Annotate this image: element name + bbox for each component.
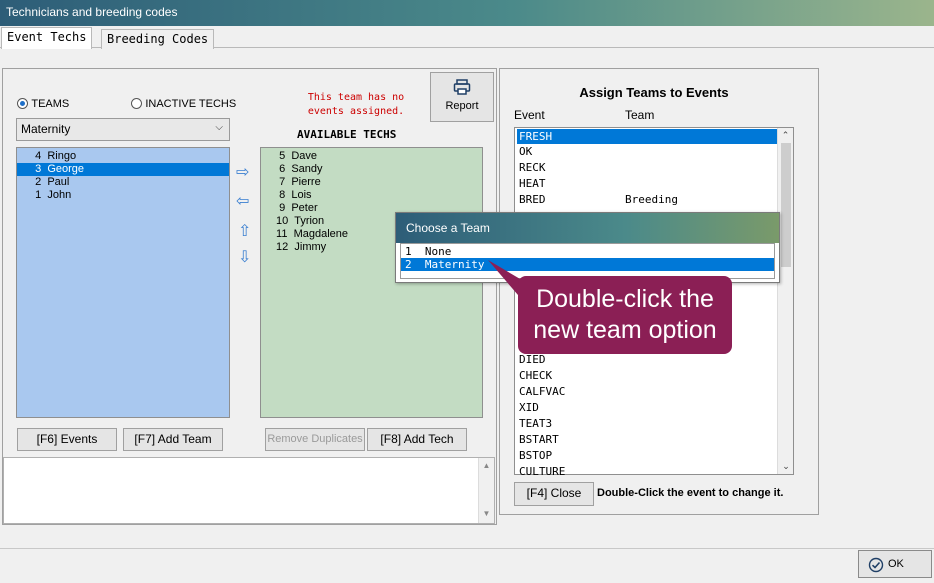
event-row[interactable]: DIED	[517, 352, 779, 368]
team-option-none[interactable]: 1 None	[401, 245, 774, 258]
list-item[interactable]: 7 Pierre	[261, 176, 482, 189]
radio-teams-indicator[interactable]	[17, 98, 28, 110]
instruction-callout: Double-click the new team option	[518, 276, 732, 354]
checkmark-circle-icon	[868, 557, 884, 573]
arrow-right-icon[interactable]: ⇨	[236, 162, 249, 182]
event-row[interactable]: TEAT3	[517, 416, 779, 432]
team-select[interactable]: Maternity ⌵	[16, 118, 230, 141]
scrollbar-thumb[interactable]	[780, 143, 791, 267]
team-select-value: Maternity	[21, 122, 71, 136]
chevron-down-icon: ⌵	[215, 122, 223, 133]
arrow-left-icon[interactable]: ⇦	[236, 191, 249, 211]
footer-divider	[0, 548, 934, 549]
choose-team-title: Choose a Team	[396, 213, 779, 243]
printer-icon	[453, 79, 471, 95]
radio-teams[interactable]: TEAMS	[17, 96, 69, 110]
tab-event-techs[interactable]: Event Techs	[1, 27, 93, 49]
arrow-up-icon[interactable]: ⇧	[238, 221, 251, 241]
report-button[interactable]: Report	[430, 72, 494, 122]
report-label: Report	[445, 100, 479, 112]
list-item[interactable]: 4 Ringo	[17, 150, 229, 163]
scroll-up-icon[interactable]: ▲	[479, 461, 494, 470]
radio-teams-label: TEAMS	[31, 98, 70, 110]
no-events-message: This team has no events assigned.	[296, 91, 416, 119]
events-button[interactable]: [F6] Events	[17, 428, 117, 451]
event-row-selected[interactable]: FRESH	[517, 129, 779, 144]
arrow-down-icon[interactable]: ⇩	[238, 247, 251, 267]
event-row[interactable]: CALFVAC	[517, 384, 779, 400]
list-item[interactable]: 2 Paul	[17, 176, 229, 189]
event-row[interactable]: XID	[517, 400, 779, 416]
event-row[interactable]: BSTART	[517, 432, 779, 448]
team-options-list[interactable]: 1 None 2 Maternity	[400, 243, 775, 279]
team-members-list[interactable]: 4 Ringo 3 George 2 Paul 1 John	[16, 147, 230, 418]
no-events-line2: events assigned.	[307, 106, 405, 117]
chevron-up-icon[interactable]: ⌃	[778, 130, 793, 141]
event-row[interactable]: BRED Breeding	[517, 192, 779, 208]
radio-inactive-indicator[interactable]	[131, 98, 142, 110]
events-scrollbar[interactable]: ⌃ ⌄	[777, 128, 793, 474]
chevron-down-icon[interactable]: ⌄	[778, 461, 794, 472]
list-item[interactable]: 1 John	[17, 189, 229, 202]
radio-inactive-label: INACTIVE TECHS	[145, 98, 237, 110]
list-item[interactable]: 8 Lois	[261, 189, 482, 202]
window-titlebar: Technicians and breeding codes	[0, 0, 934, 26]
choose-team-dialog: Choose a Team 1 None 2 Maternity	[395, 212, 780, 283]
add-tech-button[interactable]: [F8] Add Tech	[367, 428, 467, 451]
remove-duplicates-button[interactable]: Remove Duplicates	[265, 428, 365, 451]
event-row[interactable]: OK	[517, 144, 779, 160]
assign-teams-heading: Assign Teams to Events	[579, 85, 729, 100]
list-item[interactable]: 6 Sandy	[261, 163, 482, 176]
available-techs-heading: AVAILABLE TECHS	[297, 128, 397, 141]
team-option-maternity[interactable]: 2 Maternity	[401, 258, 774, 271]
tab-strip: Event Techs Breeding Codes	[0, 26, 934, 49]
list-item[interactable]: 5 Dave	[261, 150, 482, 163]
notes-scrollbar[interactable]: ▲ ▼	[478, 458, 494, 523]
event-row[interactable]: BSTOP	[517, 448, 779, 464]
tab-breeding-codes[interactable]: Breeding Codes	[101, 29, 215, 49]
window-title: Technicians and breeding codes	[6, 5, 178, 19]
events-hint: Double-Click the event to change it.	[597, 487, 784, 499]
event-row[interactable]: CULTURE	[517, 464, 779, 478]
event-row[interactable]: HEAT	[517, 176, 779, 192]
event-row[interactable]: RECK	[517, 160, 779, 176]
list-item-selected[interactable]: 3 George	[17, 163, 229, 176]
close-button[interactable]: [F4] Close	[514, 482, 594, 506]
callout-line2: new team option	[533, 316, 717, 344]
callout-line1: Double-click the	[536, 285, 714, 313]
ok-button[interactable]: OK	[858, 550, 932, 578]
notes-textarea[interactable]	[3, 457, 495, 524]
column-event: Event	[514, 108, 545, 122]
add-team-button[interactable]: [F7] Add Team	[123, 428, 223, 451]
ok-label: OK	[888, 558, 904, 570]
scroll-down-icon[interactable]: ▼	[479, 509, 494, 518]
column-team: Team	[625, 108, 655, 122]
radio-inactive-techs[interactable]: INACTIVE TECHS	[131, 96, 236, 110]
event-row[interactable]: CHECK	[517, 368, 779, 384]
no-events-line1: This team has no	[307, 92, 405, 103]
